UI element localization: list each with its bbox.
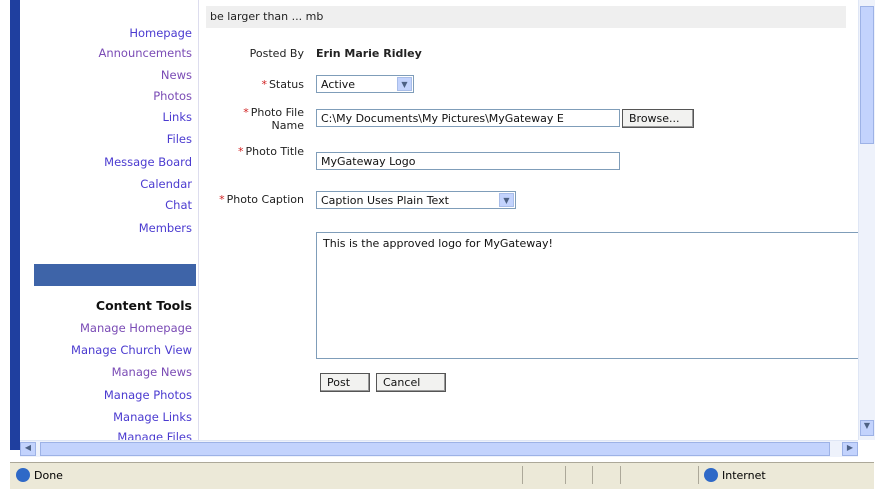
size-note-strip: be larger than ... mb [206,6,846,28]
sidebar-link-chat[interactable]: Chat [165,198,192,212]
status-divider [592,466,593,484]
status-divider [620,466,621,484]
status-bar: Done Internet [10,462,874,489]
size-note-text: be larger than ... mb [210,10,324,23]
sidebar-link-calendar[interactable]: Calendar [140,177,192,191]
scroll-right-icon[interactable]: ▶ [842,442,858,456]
sidebar: Homepage Announcements News Photos Links… [20,0,199,440]
sidebar-link-links[interactable]: Links [162,110,192,124]
browse-button[interactable]: Browse... [622,109,694,128]
tool-link-manage-photos[interactable]: Manage Photos [104,388,192,402]
window-left-edge [10,0,20,450]
status-divider [522,466,523,484]
photo-caption-label: * Photo Caption [219,193,304,206]
horizontal-scrollbar[interactable]: ◀ ▶ [20,440,858,457]
zone-text: Internet [722,469,766,482]
vertical-scroll-thumb[interactable] [860,6,874,144]
tool-link-manage-news[interactable]: Manage News [112,365,192,379]
photo-title-label: * Photo Title [238,145,304,158]
tool-link-manage-church-view[interactable]: Manage Church View [71,343,192,357]
main-content: be larger than ... mb Posted By Erin Mar… [206,0,858,440]
sidebar-link-announcements[interactable]: Announcements [98,46,192,60]
tool-link-manage-links[interactable]: Manage Links [113,410,192,424]
caption-textarea[interactable]: This is the approved logo for MyGateway! [316,232,858,359]
photo-file-label: * Photo File Name [243,106,304,132]
browser-window: Homepage Announcements News Photos Links… [0,0,881,494]
page-icon [16,468,30,482]
sidebar-link-news[interactable]: News [161,68,192,82]
chevron-down-icon: ▼ [397,77,412,91]
internet-globe-icon [704,468,718,482]
scroll-down-icon[interactable]: ▼ [860,420,874,436]
required-marker: * [219,193,225,206]
post-button[interactable]: Post [320,373,370,392]
photo-title-input[interactable]: MyGateway Logo [316,152,620,170]
sidebar-link-message-board[interactable]: Message Board [104,155,192,169]
required-marker: * [261,78,267,91]
sidebar-link-members[interactable]: Members [139,221,192,235]
sidebar-link-homepage[interactable]: Homepage [129,26,192,40]
posted-by-value: Erin Marie Ridley [316,47,422,60]
status-select[interactable]: Active ▼ [316,75,414,93]
sidebar-link-photos[interactable]: Photos [153,89,192,103]
chevron-down-icon: ▼ [499,193,514,207]
status-divider [565,466,566,484]
required-marker: * [238,145,244,158]
required-marker: * [243,106,249,119]
cancel-button[interactable]: Cancel [376,373,446,392]
scroll-left-icon[interactable]: ◀ [20,442,36,456]
caption-type-select[interactable]: Caption Uses Plain Text ▼ [316,191,516,209]
posted-by-label: Posted By [249,47,304,60]
photo-file-input[interactable]: C:\My Documents\My Pictures\MyGateway E [316,109,620,127]
sidebar-link-files[interactable]: Files [167,132,192,146]
status-label: * Status [261,78,304,91]
horizontal-scroll-thumb[interactable] [40,442,830,456]
tool-link-manage-files[interactable]: Manage Files [117,430,192,440]
tool-link-manage-homepage[interactable]: Manage Homepage [80,321,192,335]
sidebar-band [34,264,196,286]
content-tools-heading: Content Tools [95,298,192,313]
status-divider [698,466,699,484]
vertical-scrollbar[interactable]: ▼ [858,0,875,440]
status-text: Done [34,469,63,482]
